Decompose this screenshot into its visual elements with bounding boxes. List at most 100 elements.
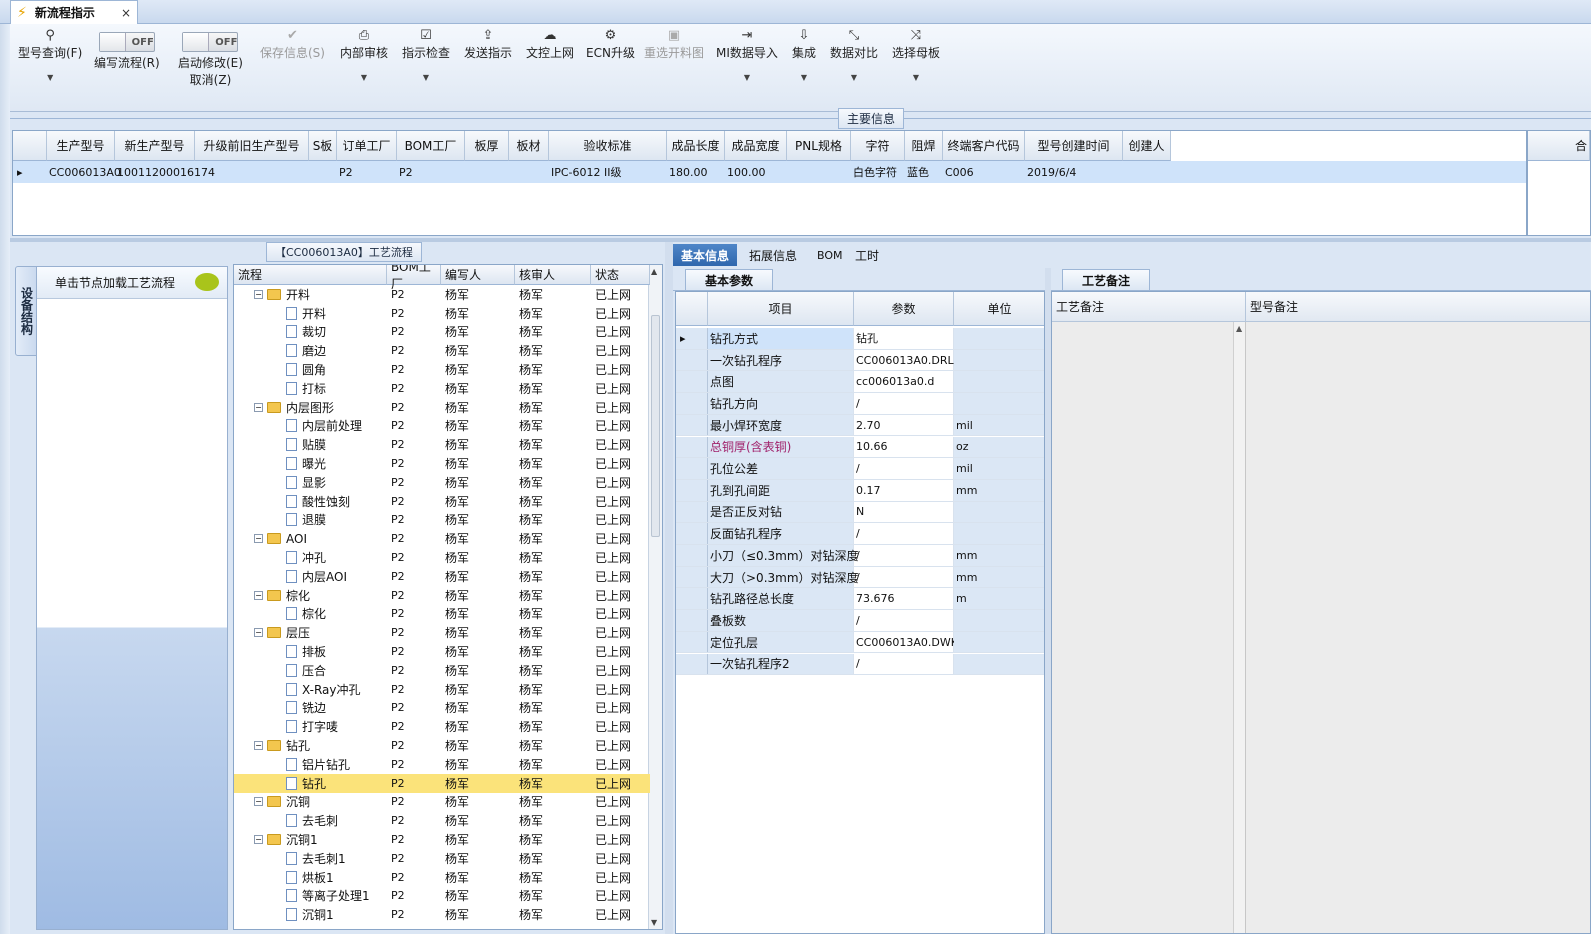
param-row[interactable]: 最小焊环宽度 2.70 mil [676,414,1044,437]
scroll-up-icon[interactable]: ▲ [651,267,657,276]
param-row[interactable]: 点图 cc006013a0.d [676,371,1044,394]
close-icon[interactable]: × [121,6,131,20]
param-value[interactable]: CC006013A0.DRL [854,349,954,371]
toolbar-button-10[interactable]: ⇥ MI数据导入 ▼ [716,28,778,82]
flow-vertical-scrollbar[interactable]: ▲ ▼ [648,265,662,929]
detail-tab-0[interactable]: 基本信息 [673,244,738,266]
flow-row[interactable]: 内层前处理 P2 杨军 杨军 已上网 [234,417,650,436]
basic-params-tab[interactable]: 基本参数 [685,269,773,291]
flow-row[interactable]: X-Ray冲孔 P2 杨军 杨军 已上网 [234,680,650,699]
flow-row[interactable]: 钻孔 P2 杨军 杨军 已上网 [234,773,650,793]
flow-row[interactable]: − AOI P2 杨军 杨军 已上网 [234,529,650,548]
param-row[interactable]: 孔位公差 / mil [676,458,1044,480]
param-row[interactable]: 钻孔路径总长度 73.676 m [676,588,1044,611]
column-header[interactable]: 阻焊 [905,131,943,161]
toolbar-button-2[interactable]: OFF 启动修改(E) 取消(Z) [178,32,243,88]
column-header[interactable]: 板厚 [465,131,509,161]
param-column-header[interactable]: 单位 [954,292,1044,326]
flow-row[interactable]: 退膜 P2 杨军 杨军 已上网 [234,511,650,530]
notes-scrollbar[interactable]: ▲ [1234,322,1246,933]
flow-tree-grid[interactable]: ▲ ▼ 流程 BOM工厂 编写人 核审人 状态 − 开料 P2 杨军 杨军 已上网 开料 P2 杨军 杨军已… [233,264,663,930]
column-header[interactable]: 创建人 [1123,131,1171,161]
flow-column-header[interactable]: 状态 [591,265,650,285]
param-row[interactable]: 是否正反对钻 N [676,501,1044,524]
column-header[interactable]: BOM工厂 [397,131,465,161]
collapse-icon[interactable]: − [254,628,263,638]
flow-row[interactable]: 打字唛 P2 杨军 杨军 已上网 [234,717,650,736]
param-value[interactable]: 10.66 [854,436,954,458]
toggle-switch[interactable]: OFF [98,32,155,52]
param-value[interactable]: / [854,523,954,544]
flow-row[interactable]: 显影 P2 杨军 杨军 已上网 [234,473,650,492]
flow-row[interactable]: 内层AOI P2 杨军 杨军 已上网 [234,567,650,586]
flow-row[interactable]: − 沉铜 P2 杨军 杨军 已上网 [234,793,650,812]
flow-row[interactable]: 烘板1 P2 杨军 杨军 已上网 [234,868,650,887]
param-row[interactable]: 反面钻孔程序 / [676,523,1044,545]
main-info-grid[interactable]: 生产型号 新生产型号 升级前旧生产型号 S板 订单工厂 BOM工厂 板厚 板材 验收标准 成品长度… [12,130,1527,236]
toolbar-button-12[interactable]: ⤡ 数据对比 ▼ [830,28,878,82]
collapse-icon[interactable]: − [254,534,263,544]
flow-row[interactable]: 酸性蚀刻 P2 杨军 杨军 已上网 [234,492,650,511]
param-row[interactable]: 一次钻孔程序 CC006013A0.DRL [676,349,1044,372]
flow-column-header[interactable]: 核审人 [515,265,591,285]
toolbar-button-8[interactable]: ⚙ ECN升级 [586,28,635,61]
column-header[interactable]: S板 [309,131,337,161]
flow-row[interactable]: − 内层图形 P2 杨军 杨军 已上网 [234,398,650,417]
param-value[interactable]: / [854,545,954,566]
flow-row[interactable]: 贴膜 P2 杨军 杨军 已上网 [234,435,650,454]
collapse-icon[interactable]: − [254,590,263,600]
toolbar-button-5[interactable]: ☑ 指示检查 ▼ [402,28,450,82]
process-notes-area[interactable] [1052,322,1234,933]
toolbar-button-3[interactable]: ✔ 保存信息(S) [260,28,325,61]
table-row[interactable]: ▸ CC006013A0 10011200016174 P2 P2 IPC-6012 II… [13,161,1526,183]
collapse-icon[interactable]: − [254,741,263,751]
dropdown-arrow-icon[interactable]: ▼ [851,73,857,82]
toolbar-button-9[interactable]: ▣ 重选开料图 [644,28,704,61]
column-header[interactable]: 验收标准 [549,131,667,161]
flow-row[interactable]: 去毛刺1 P2 杨军 杨军 已上网 [234,849,650,868]
flow-column-header[interactable]: 编写人 [441,265,515,285]
flow-row[interactable]: 压合 P2 杨军 杨军 已上网 [234,661,650,680]
param-row[interactable]: 叠板数 / [676,610,1044,632]
collapse-icon[interactable]: − [254,835,263,845]
column-header[interactable]: 终端客户代码 [943,131,1025,161]
param-row[interactable]: 小刀（≤0.3mm）对钻深度 / mm [676,545,1044,567]
flow-row[interactable]: − 开料 P2 杨军 杨军 已上网 [234,285,650,304]
detail-tab-2[interactable]: BOM [809,244,851,266]
detail-tab-1[interactable]: 拓展信息 [741,244,805,266]
param-row[interactable]: 大刀（>0.3mm）对钻深度 / mm [676,566,1044,589]
flow-row[interactable]: − 层压 P2 杨军 杨军 已上网 [234,623,650,642]
dropdown-arrow-icon[interactable]: ▼ [47,73,53,82]
param-value[interactable]: 73.676 [854,588,954,610]
process-notes-tab[interactable]: 工艺备注 [1062,269,1150,291]
column-header[interactable]: 升级前旧生产型号 [195,131,309,161]
column-header[interactable]: 新生产型号 [115,131,195,161]
basic-params-grid[interactable]: 项目 参数 单位 ▸ 钻孔方式 钻孔 一次钻孔程序 CC006013A0.DRL 点图 cc006… [675,291,1045,934]
flow-row[interactable]: 圆角 P2 杨军 杨军 已上网 [234,360,650,379]
toolbar-button-11[interactable]: ⇩ 集成 ▼ [792,28,816,82]
param-value[interactable]: / [854,653,954,675]
param-row[interactable]: 孔到孔间距 0.17 mm [676,479,1044,502]
flow-row[interactable]: 曝光 P2 杨军 杨军 已上网 [234,454,650,473]
column-header[interactable]: 订单工厂 [337,131,397,161]
detail-tab-3[interactable]: 工时 [847,244,887,266]
param-row[interactable]: 总铜厚(含表铜) 10.66 oz [676,436,1044,459]
param-column-header[interactable]: 项目 [708,292,854,326]
flow-row[interactable]: 棕化 P2 杨军 杨军 已上网 [234,605,650,624]
toolbar-button-4[interactable]: ⎙ 内部审核 ▼ [340,28,388,82]
param-row[interactable]: 钻孔方向 / [676,393,1044,415]
scroll-down-icon[interactable]: ▼ [651,918,657,927]
flow-row[interactable]: 冲孔 P2 杨军 杨军 已上网 [234,548,650,567]
param-value[interactable]: / [854,610,954,631]
param-row[interactable]: ▸ 钻孔方式 钻孔 [676,328,1044,350]
flow-row[interactable]: 开料 P2 杨军 杨军 已上网 [234,304,650,323]
dropdown-arrow-icon[interactable]: ▼ [801,73,807,82]
param-value[interactable]: / [854,458,954,479]
param-row[interactable]: 一次钻孔程序2/ [676,653,1044,676]
param-column-header[interactable]: 参数 [854,292,954,326]
collapse-icon[interactable]: − [254,402,263,412]
dropdown-arrow-icon[interactable]: ▼ [913,73,919,82]
column-header[interactable]: PNL规格 [787,131,851,161]
column-header[interactable]: 成品宽度 [725,131,787,161]
flow-row[interactable]: 铝片钻孔 P2 杨军 杨军 已上网 [234,755,650,774]
